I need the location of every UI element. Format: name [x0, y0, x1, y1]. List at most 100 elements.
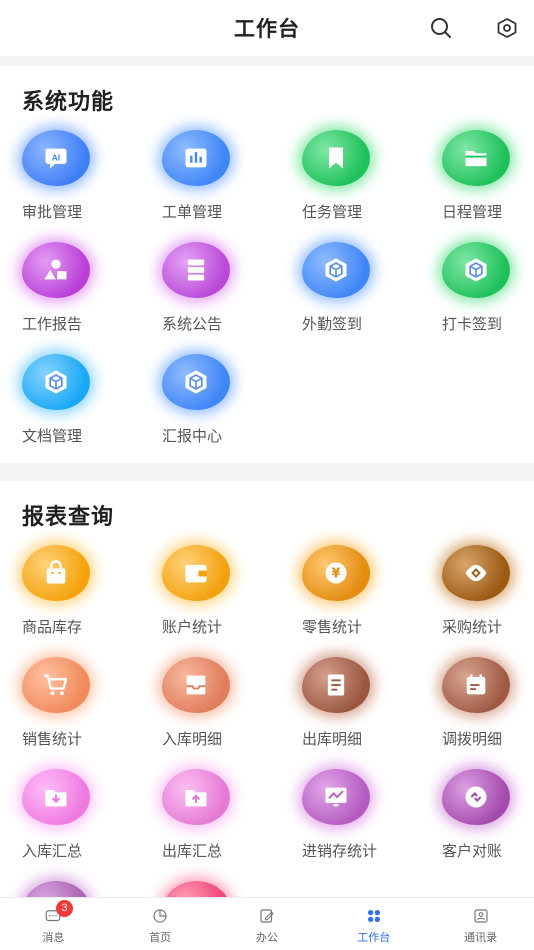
grid-item[interactable]: 采购统计	[420, 539, 534, 651]
tab-label: 办公	[255, 932, 278, 944]
inbox-icon	[186, 675, 206, 695]
svg-text:¥: ¥	[332, 567, 341, 582]
icon-badge	[162, 657, 230, 713]
icon-badge	[442, 769, 510, 825]
grid-item[interactable]: 外勤签到	[280, 236, 420, 348]
grid-item-label: 零售统计	[302, 619, 363, 636]
server-list-icon	[187, 259, 205, 281]
section-title: 报表查询	[22, 504, 115, 529]
icon-badge	[22, 354, 90, 410]
grid-item[interactable]: 工作报告	[0, 236, 140, 348]
grid-item-label: 客户对账	[442, 843, 503, 860]
tab-3[interactable]: 工作台	[320, 898, 427, 950]
grid-item[interactable]: 商品库存	[0, 539, 140, 651]
eye-settings-icon	[497, 18, 517, 38]
top-header: 工作台	[0, 0, 534, 56]
grid-item[interactable]: 出库汇总	[140, 763, 280, 875]
eye-diamond-icon	[465, 564, 487, 582]
tab-label: 通讯录	[464, 932, 498, 944]
grid-item[interactable]: 进销存统计	[280, 763, 420, 875]
icon-badge	[162, 354, 230, 410]
tab-1[interactable]: 首页	[107, 898, 214, 950]
grid-dots-icon	[367, 910, 380, 922]
grid-item[interactable]: 系统公告	[140, 236, 280, 348]
grid-item-label: 销售统计	[22, 731, 83, 748]
ai-chip-icon: AI	[45, 148, 67, 169]
monitor-chart-icon	[325, 787, 347, 807]
icon-badge	[302, 769, 370, 825]
wallet-icon	[185, 564, 207, 583]
icon-badge	[162, 545, 230, 601]
grid-item-label: 商品库存	[22, 619, 83, 636]
report-query-grid: 商品库存 账户统计 ¥ 零售统计 采购统计销售统计 入库明细 出库明细 调拨明细入库汇总 出库汇…	[0, 539, 534, 901]
grid-item-label: 工单管理	[162, 204, 223, 221]
bottom-tab-bar: 3 消息 首页 办公 工作台 通讯录	[0, 897, 534, 950]
grid-item[interactable]: 账户统计	[140, 539, 280, 651]
grid-item-label: 账户统计	[162, 619, 223, 636]
grid-item[interactable]: 汇报中心	[140, 348, 280, 460]
folder-upload-icon	[185, 790, 207, 807]
grid-item[interactable]: ¥ 零售统计	[280, 539, 420, 651]
grid-item-label: 出库明细	[302, 731, 363, 748]
icon-badge	[22, 657, 90, 713]
edit-note-icon	[260, 909, 274, 923]
grid-item[interactable]: 出库明细	[280, 651, 420, 763]
icon-badge	[162, 242, 230, 298]
grid-item[interactable]: 日程管理	[420, 124, 534, 236]
cube-icon	[325, 258, 347, 282]
grid-item-label: 任务管理	[302, 204, 363, 221]
grid-item-label: 外勤签到	[302, 316, 363, 333]
icon-badge	[22, 242, 90, 298]
icon-badge: ¥	[302, 545, 370, 601]
shopping-bag-icon	[46, 560, 66, 584]
tab-label: 消息	[42, 932, 65, 944]
document-icon	[327, 674, 345, 696]
grid-item-label: 工作报告	[22, 316, 83, 333]
grid-item[interactable]: 工单管理	[140, 124, 280, 236]
shapes-icon	[44, 259, 67, 280]
grid-item-label: 调拨明细	[442, 731, 503, 748]
system-functions-section: 系统功能 AI 审批管理 工单管理 任务管理 日程管理 工作报告 系统公告 外勤签到 打卡签到文…	[0, 66, 534, 463]
tab-0[interactable]: 3 消息	[0, 898, 107, 950]
folder-download-icon	[45, 790, 67, 807]
grid-item[interactable]: 文档管理	[0, 348, 140, 460]
grid-item-label: 入库汇总	[22, 843, 83, 860]
grid-item[interactable]: 入库汇总	[0, 763, 140, 875]
page-title: 工作台	[234, 18, 300, 41]
link-icon	[465, 786, 487, 808]
grid-item[interactable]: 调拨明细	[420, 651, 534, 763]
grid-item-label: 系统公告	[162, 316, 223, 333]
icon-badge	[442, 130, 510, 186]
tab-4[interactable]: 通讯录	[427, 898, 534, 950]
tab-label: 首页	[149, 932, 172, 944]
grid-item-label: 日程管理	[442, 204, 503, 221]
tab-2[interactable]: 办公	[214, 898, 321, 950]
grid-item[interactable]: AI 审批管理	[0, 124, 140, 236]
grid-item[interactable]: 入库明细	[140, 651, 280, 763]
pie-chart-icon	[153, 909, 167, 923]
tab-label: 工作台	[357, 932, 391, 944]
grid-item[interactable]: 销售统计	[0, 651, 140, 763]
grid-item-label: 进销存统计	[302, 843, 378, 860]
grid-item[interactable]: 客户对账	[420, 763, 534, 875]
calendar-icon	[466, 674, 486, 695]
search-button[interactable]	[427, 14, 455, 42]
cart-icon	[44, 674, 68, 696]
icon-badge	[442, 545, 510, 601]
icon-badge	[442, 657, 510, 713]
yen-coin-icon: ¥	[325, 562, 347, 584]
grid-item[interactable]: 任务管理	[280, 124, 420, 236]
report-query-section: 报表查询 商品库存 账户统计 ¥ 零售统计 采购统计销售统计 入库明细 出库明细 调拨明细入库…	[0, 481, 534, 901]
icon-badge	[302, 242, 370, 298]
icon-badge	[302, 657, 370, 713]
grid-item-label: 打卡签到	[442, 316, 503, 333]
grid-item[interactable]: 打卡签到	[420, 236, 534, 348]
icon-badge	[162, 130, 230, 186]
grid-item-label: 汇报中心	[162, 428, 223, 445]
icon-badge	[302, 130, 370, 186]
settings-button[interactable]	[493, 14, 521, 42]
search-icon	[431, 18, 451, 38]
bar-chart-icon	[185, 148, 207, 168]
grid-item-label: 出库汇总	[162, 843, 223, 860]
grid-item-label: 入库明细	[162, 731, 223, 748]
